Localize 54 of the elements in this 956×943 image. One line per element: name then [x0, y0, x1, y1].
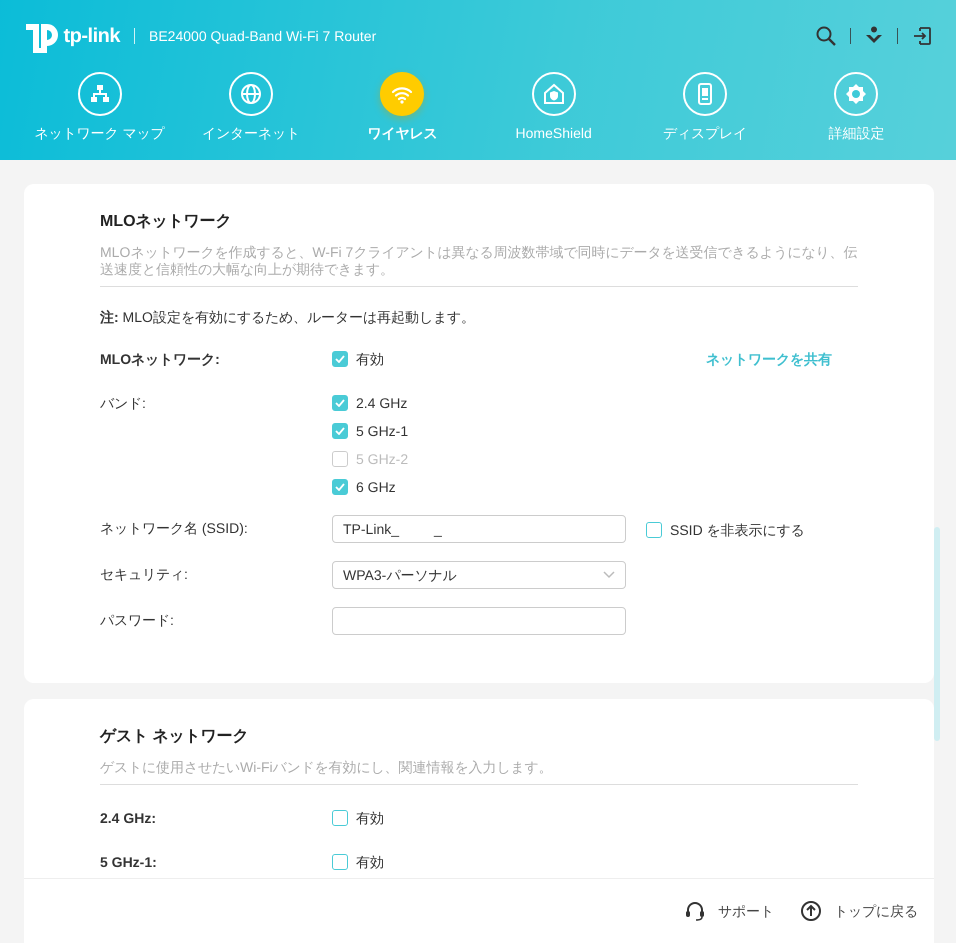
logout-icon[interactable]	[912, 26, 932, 46]
field-label: パスワード:	[100, 611, 175, 630]
check-icon	[335, 399, 345, 407]
chevron-down-icon	[603, 571, 615, 579]
gear-icon	[844, 82, 868, 106]
nav-tab[interactable]: インターネット	[175, 72, 327, 141]
checkbox[interactable]	[332, 395, 348, 411]
back-to-top-button[interactable]: トップに戻る	[800, 900, 918, 922]
checkbox-label: 5 GHz-2	[356, 450, 408, 469]
check-icon	[335, 355, 345, 363]
checkbox-label: 6 GHz	[356, 478, 396, 497]
house-shield-icon	[542, 82, 566, 106]
ssid-field[interactable]: TP-Link_ _	[332, 515, 626, 543]
support-button[interactable]: サポート	[684, 900, 774, 922]
account-icon[interactable]	[865, 26, 883, 46]
nav-tab[interactable]: ディスプレイ	[629, 72, 781, 141]
field-label: 5 GHz-1:	[100, 853, 158, 872]
section-description: MLOネットワークを作成すると、W-Fi 7クライアントは異なる周波数帯域で同時にデータを送受信できるようになり、伝送速度と信頼性の大幅な向上が期待できます。	[100, 244, 858, 287]
checkbox[interactable]	[332, 423, 348, 439]
field-label: ネットワーク名 (SSID):	[100, 519, 249, 538]
nav-tab[interactable]: ネットワーク マップ	[24, 72, 176, 141]
checkbox[interactable]	[332, 854, 348, 870]
globe-icon	[238, 82, 263, 106]
field-label: バンド:	[100, 394, 147, 413]
checkbox-label: SSID を非表示にする	[670, 521, 805, 540]
checkbox[interactable]	[332, 351, 348, 367]
nav-tab[interactable]: HomeShield	[478, 72, 630, 141]
scrollbar-thumb[interactable]	[934, 527, 940, 741]
checkbox[interactable]	[646, 522, 662, 538]
checkbox[interactable]	[332, 810, 348, 826]
router-model: BE24000 Quad-Band Wi-Fi 7 Router	[149, 26, 376, 46]
section-title: MLOネットワーク	[100, 212, 233, 232]
headset-icon	[684, 900, 706, 922]
note-text: 注: MLO設定を有効にするため、ルーターは再起動します。	[100, 308, 476, 327]
share-network-link[interactable]: ネットワークを共有	[706, 351, 832, 367]
logo-text: tp-link	[64, 24, 120, 49]
section-description: ゲストに使用させたいWi-Fiバンドを有効にし、関連情報を入力します。	[100, 759, 858, 785]
check-icon	[335, 427, 345, 435]
field-label: MLOネットワーク:	[100, 350, 221, 369]
nav-tab[interactable]: ワイヤレス	[326, 72, 478, 141]
nav-tab[interactable]: 詳細設定	[780, 72, 932, 141]
checkbox-label: 5 GHz-1	[356, 422, 408, 441]
password-field[interactable]	[332, 607, 626, 635]
search-icon[interactable]	[816, 26, 836, 46]
security-select[interactable]: WPA3-パーソナル	[332, 561, 626, 589]
checkbox-label: 有効	[356, 809, 384, 828]
checkbox[interactable]	[332, 479, 348, 495]
field-label: セキュリティ:	[100, 565, 189, 584]
check-icon	[335, 483, 345, 491]
section-title: ゲスト ネットワーク	[100, 727, 250, 747]
checkbox-label: 有効	[356, 853, 384, 872]
checkbox-label: 有効	[356, 350, 384, 369]
checkbox-label: 2.4 GHz	[356, 394, 408, 413]
field-label: 2.4 GHz:	[100, 809, 158, 828]
